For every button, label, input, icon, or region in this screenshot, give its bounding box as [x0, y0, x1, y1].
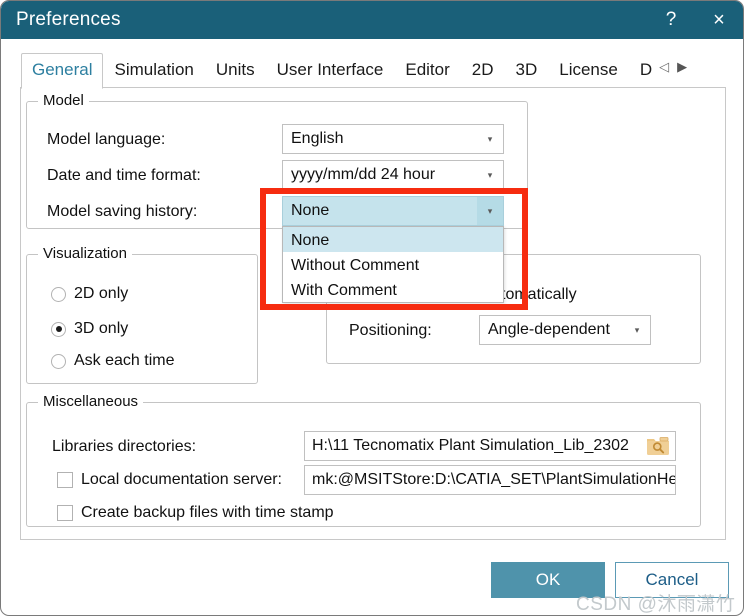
tab-general[interactable]: General [21, 53, 104, 89]
input-documentation-server-path-value: mk:@MSITStore:D:\CATIA_SET\PlantSimulati… [312, 471, 675, 488]
label-libraries-directories: Libraries directories: [52, 438, 197, 455]
radio-3d-only-indicator [51, 321, 66, 337]
radio-ask-each-time-indicator [51, 353, 66, 369]
tab-3d[interactable]: 3D [505, 53, 549, 89]
combo-positioning-value: Angle-dependent [488, 321, 610, 338]
label-date-time-format: Date and time format: [47, 167, 201, 184]
label-model-saving-history: Model saving history: [47, 203, 198, 220]
input-documentation-server-path[interactable]: mk:@MSITStore:D:\CATIA_SET\PlantSimulati… [304, 465, 676, 495]
tab-scroll-left-icon[interactable]: ◁ [655, 59, 673, 75]
combo-date-time-format-value: yyyy/mm/dd 24 hour [291, 166, 436, 183]
radio-2d-only-indicator [51, 286, 66, 302]
tab-strip: General Simulation Units User Interface … [1, 39, 743, 89]
tab-editor[interactable]: Editor [394, 53, 460, 89]
label-positioning: Positioning: [349, 322, 432, 339]
label-partial-automatically: tomatically [501, 286, 577, 303]
checkbox-local-documentation-server[interactable]: Local documentation server: [57, 471, 282, 489]
chevron-down-icon[interactable]: ▾ [477, 125, 503, 153]
group-visualization-title: Visualization [38, 245, 132, 262]
group-model-title: Model [38, 92, 89, 109]
tab-license[interactable]: License [548, 53, 629, 89]
combo-model-language[interactable]: English ▾ [282, 124, 504, 154]
combo-date-time-format[interactable]: yyyy/mm/dd 24 hour ▾ [282, 160, 504, 190]
tab-user-interface[interactable]: User Interface [266, 53, 395, 89]
radio-2d-only-label: 2D only [74, 285, 129, 302]
group-miscellaneous-title: Miscellaneous [38, 393, 144, 410]
tab-scroll-right-icon[interactable]: ▶ [673, 59, 691, 75]
close-icon[interactable]: × [697, 1, 741, 39]
window-title: Preferences [16, 9, 121, 30]
combo-model-saving-history-value: None [291, 202, 330, 219]
preferences-dialog: Preferences ? × General Simulation Units… [0, 0, 744, 616]
radio-ask-each-time[interactable]: Ask each time [51, 352, 174, 370]
dropdown-option-none[interactable]: None [283, 227, 503, 252]
chevron-down-icon[interactable]: ▾ [624, 316, 650, 344]
checkbox-create-backup-files-indicator [57, 505, 73, 521]
checkbox-create-backup-files[interactable]: Create backup files with time stamp [57, 504, 334, 522]
tab-list: General Simulation Units User Interface … [21, 53, 691, 89]
dropdown-option-with-comment[interactable]: With Comment [283, 277, 503, 302]
input-libraries-directories[interactable]: H:\11 Tecnomatix Plant Simulation_Lib_23… [304, 431, 676, 461]
combo-model-saving-history[interactable]: None ▾ [282, 196, 504, 226]
radio-3d-only-label: 3D only [74, 320, 129, 337]
radio-ask-each-time-label: Ask each time [74, 352, 175, 369]
tab-debugger-truncated[interactable]: D [629, 53, 655, 89]
combo-positioning[interactable]: Angle-dependent ▾ [479, 315, 651, 345]
radio-2d-only[interactable]: 2D only [51, 285, 128, 303]
combo-model-language-value: English [291, 130, 344, 147]
chevron-down-icon[interactable]: ▾ [477, 197, 503, 225]
dropdown-option-without-comment[interactable]: Without Comment [283, 252, 503, 277]
input-libraries-directories-value: H:\11 Tecnomatix Plant Simulation_Lib_23… [312, 437, 629, 454]
radio-3d-only[interactable]: 3D only [51, 320, 128, 338]
folder-search-icon[interactable] [645, 435, 671, 457]
dropdown-options-list: None Without Comment With Comment [282, 226, 504, 303]
label-model-language: Model language: [47, 131, 166, 148]
watermark-text: CSDN @沐雨潇竹 [576, 594, 736, 615]
title-bar: Preferences ? × [1, 1, 743, 39]
tab-2d[interactable]: 2D [461, 53, 505, 89]
checkbox-local-documentation-server-label: Local documentation server: [81, 471, 282, 488]
help-icon[interactable]: ? [649, 1, 693, 39]
checkbox-local-documentation-server-indicator [57, 472, 73, 488]
checkbox-create-backup-files-label: Create backup files with time stamp [81, 504, 334, 521]
tab-simulation[interactable]: Simulation [103, 53, 204, 89]
tab-units[interactable]: Units [205, 53, 266, 89]
chevron-down-icon[interactable]: ▾ [477, 161, 503, 189]
